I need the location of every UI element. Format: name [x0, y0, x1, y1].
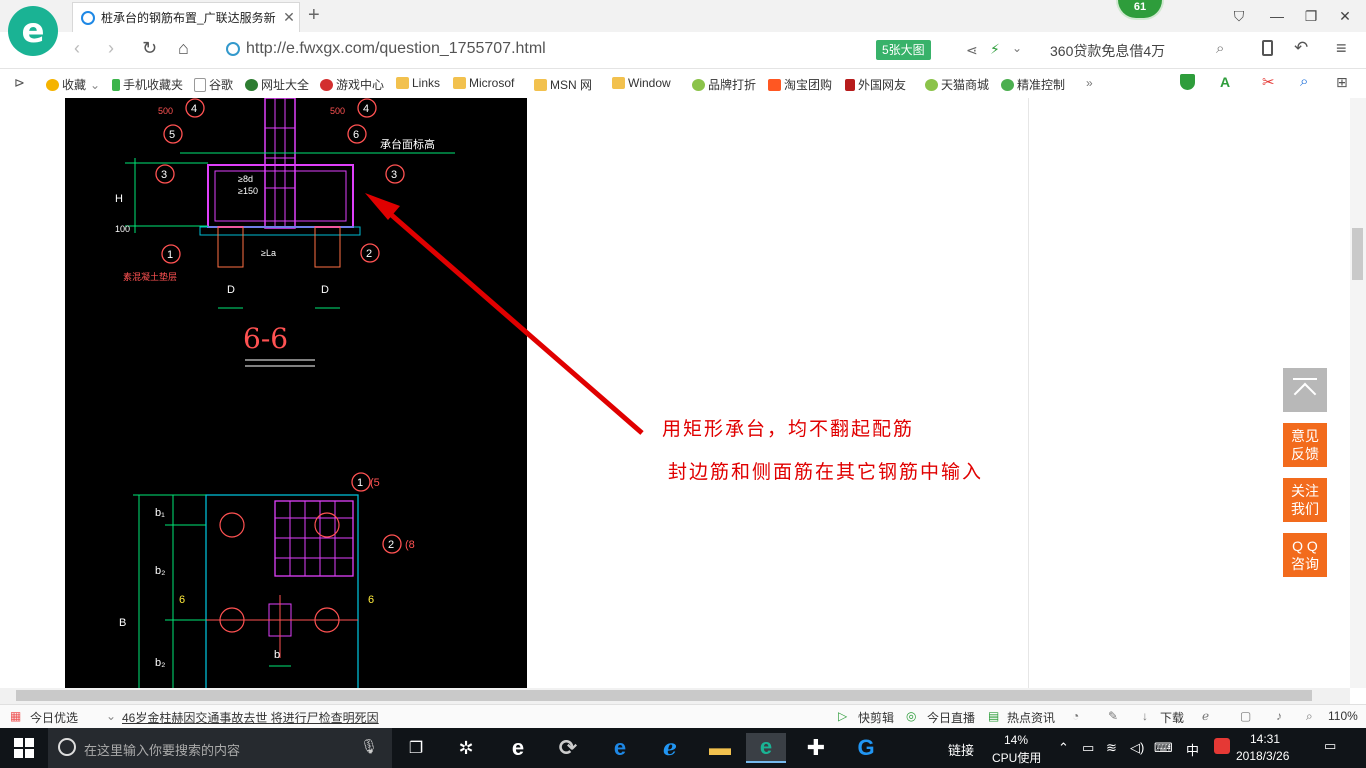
- search-placeholder: 在这里输入你要搜索的内容: [84, 743, 241, 758]
- app-plus-icon[interactable]: ✚: [796, 733, 836, 763]
- feedback-button[interactable]: 意见 反馈: [1283, 423, 1327, 467]
- back-to-top-button[interactable]: [1283, 368, 1327, 412]
- clock-time[interactable]: 14:31: [1250, 732, 1280, 746]
- taskbar-search-box[interactable]: 在这里输入你要搜索的内容 🎙: [48, 728, 392, 768]
- qq-consult-button[interactable]: Q Q 咨询: [1283, 533, 1327, 577]
- annotation-arrow-layer: [365, 193, 644, 435]
- red-arrow-line: [378, 203, 644, 435]
- browser-logo-icon[interactable]: e: [8, 6, 58, 56]
- annotation-line-1: 用矩形承台，均不翻起配筋: [662, 418, 915, 440]
- edge-icon[interactable]: e: [600, 733, 640, 763]
- quick-clip-link[interactable]: 快剪辑: [858, 709, 894, 726]
- sound-icon[interactable]: ♪: [1276, 709, 1282, 723]
- fan-app-icon[interactable]: ✲: [446, 733, 486, 763]
- clip-icon: ▷: [838, 709, 848, 723]
- swirl-app-icon[interactable]: ⟳: [548, 733, 588, 763]
- cortana-icon: [58, 738, 76, 756]
- hot-news-link[interactable]: 热点资讯: [1007, 709, 1055, 726]
- ie-icon[interactable]: ℯ: [650, 733, 690, 763]
- today-picks-link[interactable]: 今日优选: [30, 709, 78, 726]
- ie-mode-icon[interactable]: ℯ: [1202, 709, 1209, 723]
- download-link[interactable]: 下载: [1160, 709, 1184, 726]
- zoom-icon: ⌕: [1306, 709, 1313, 723]
- volume-icon[interactable]: ◁): [1130, 740, 1144, 756]
- windows-start-icon[interactable]: [14, 738, 34, 758]
- notification-icon[interactable]: ▭: [1324, 738, 1336, 754]
- news-ticker-link[interactable]: 46岁金柱赫因交通事故去世 将进行尸检查明死因: [122, 709, 379, 726]
- pin-icon[interactable]: ✎: [1108, 709, 1118, 723]
- clock-date[interactable]: 2018/3/26: [1236, 749, 1289, 763]
- top-bar-icon: [1293, 378, 1317, 380]
- window-icon[interactable]: ▢: [1240, 709, 1251, 723]
- sogou-ime-icon[interactable]: [1214, 738, 1230, 754]
- link-label[interactable]: 链接: [948, 740, 974, 759]
- keyboard-icon[interactable]: ⌨: [1154, 740, 1173, 756]
- content-divider: [1028, 98, 1029, 688]
- cpu-percent: 14%: [1004, 733, 1029, 747]
- horizontal-scroll-thumb[interactable]: [16, 690, 1312, 701]
- wifi-icon[interactable]: ≋: [1106, 740, 1117, 756]
- news-icon: ▤: [988, 709, 1000, 723]
- browser-360-icon[interactable]: e: [746, 733, 786, 763]
- browser-e-icon[interactable]: e: [498, 733, 538, 763]
- download-icon: ↓: [1142, 709, 1148, 723]
- annotation-line-2: 封边筋和侧面筋在其它钢筋中输入: [668, 461, 984, 483]
- chevron-up-icon: [1293, 382, 1317, 406]
- chevron-icon[interactable]: ⌄: [106, 709, 116, 723]
- tray-chevron-icon[interactable]: ⌃: [1058, 740, 1069, 756]
- task-view-icon[interactable]: ❐: [396, 733, 436, 763]
- ime-indicator[interactable]: 中: [1186, 740, 1199, 759]
- live-link[interactable]: 今日直播: [927, 709, 975, 726]
- speed-icon[interactable]: ◔: [1072, 709, 1079, 723]
- follow-button[interactable]: 关注 我们: [1283, 478, 1327, 522]
- microphone-icon[interactable]: 🎙: [360, 738, 378, 755]
- g-app-icon[interactable]: G: [846, 733, 886, 763]
- vertical-scrollbar[interactable]: [1350, 98, 1366, 688]
- zoom-level[interactable]: 110%: [1328, 709, 1358, 723]
- cpu-label: CPU使用: [992, 751, 1042, 765]
- gift-icon: ▦: [10, 709, 22, 723]
- battery-icon[interactable]: ▭: [1082, 740, 1094, 756]
- vertical-scroll-thumb[interactable]: [1352, 228, 1363, 280]
- file-explorer-icon[interactable]: ▬: [700, 733, 740, 763]
- live-icon: ◎: [906, 709, 917, 723]
